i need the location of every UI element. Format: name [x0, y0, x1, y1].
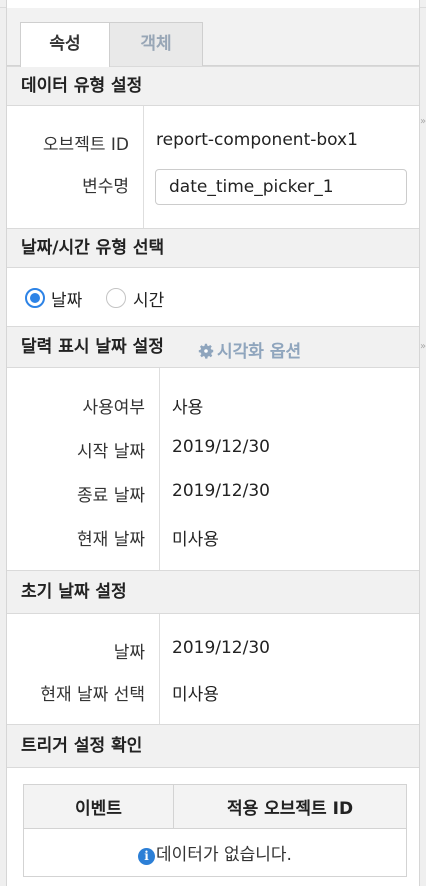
section-title-trigger: 트리거 설정 확인 [7, 724, 419, 768]
radio-time[interactable] [106, 288, 126, 308]
tab-bar: 속성 객체 [7, 8, 419, 67]
visualization-option-label: 시각화 옵션 [217, 342, 302, 362]
info-icon: i [138, 848, 156, 865]
select-current-date-value: 미사용 [172, 685, 219, 705]
variable-name-label: 변수명 [82, 177, 129, 197]
section-title-data-type: 데이터 유형 설정 [7, 66, 419, 106]
radio-date-label[interactable]: 날짜 [51, 286, 82, 311]
start-date-label: 시작 날짜 [77, 442, 145, 462]
resize-grip-icon[interactable]: » [420, 340, 426, 354]
gear-icon [198, 343, 214, 359]
column-header-event: 이벤트 [23, 784, 174, 829]
variable-name-input[interactable]: date_time_picker_1 [155, 169, 407, 205]
divider [143, 106, 144, 228]
data-type-body [7, 106, 419, 228]
current-date-label: 현재 날짜 [77, 530, 145, 550]
section-title-initial-date: 초기 날짜 설정 [7, 570, 419, 614]
select-current-date-label: 현재 날짜 선택 [40, 685, 145, 705]
radio-time-label[interactable]: 시간 [133, 286, 164, 311]
table-row: i 데이터가 없습니다. [23, 828, 407, 877]
initial-date-body [7, 614, 419, 724]
divider [159, 368, 160, 570]
resize-grip-icon[interactable]: » [420, 115, 426, 129]
properties-panel: 속성 객체 데이터 유형 설정 오브젝트 ID report-component… [6, 0, 420, 886]
tab-properties[interactable]: 속성 [20, 22, 110, 67]
column-header-object-id: 적용 오브젝트 ID [173, 784, 407, 829]
start-date-value: 2019/12/30 [172, 437, 270, 457]
tab-objects[interactable]: 객체 [109, 22, 203, 67]
end-date-label: 종료 날짜 [77, 486, 145, 506]
trigger-table: 이벤트 적용 오브젝트 ID i 데이터가 없습니다. [23, 784, 407, 877]
radio-date[interactable] [25, 288, 45, 308]
empty-message: 데이터가 없습니다. [156, 845, 292, 865]
object-id-value: report-component-box1 [156, 130, 358, 150]
current-date-value: 미사용 [172, 530, 219, 550]
divider [159, 614, 160, 724]
initial-date-value: 2019/12/30 [172, 638, 270, 658]
object-id-label: 오브젝트 ID [42, 135, 129, 155]
initial-date-label: 날짜 [113, 643, 145, 663]
visualization-option-link[interactable]: 시각화 옵션 [197, 337, 301, 362]
section-title-datetime-type: 날짜/시간 유형 선택 [7, 228, 419, 268]
usage-value: 사용 [172, 398, 204, 418]
end-date-value: 2019/12/30 [172, 481, 270, 501]
empty-message-cell: i 데이터가 없습니다. [23, 828, 407, 877]
right-gutter: » » [420, 0, 426, 886]
usage-label: 사용여부 [82, 398, 145, 418]
